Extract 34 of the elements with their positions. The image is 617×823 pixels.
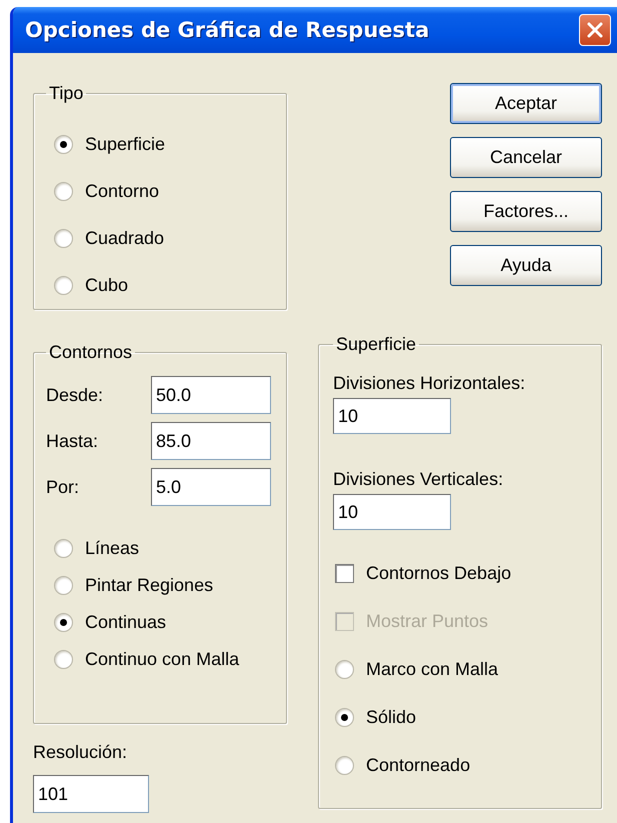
field-label: Hasta:: [46, 430, 98, 452]
field-label: Divisiones Horizontales:: [333, 373, 526, 394]
input-field[interactable]: 10: [333, 494, 451, 530]
window-title: Opciones de Gráfica de Respuesta: [25, 18, 430, 42]
radio-option[interactable]: Contorneado: [335, 755, 587, 776]
input-field[interactable]: 5.0: [151, 468, 271, 506]
input-field[interactable]: 101: [33, 775, 149, 813]
group-label: Contornos: [49, 342, 132, 362]
close-button[interactable]: [579, 14, 611, 46]
radio-option[interactable]: Continuo con Malla: [54, 649, 274, 670]
input-field[interactable]: 85.0: [151, 422, 271, 460]
radio-option[interactable]: Cuadrado: [54, 228, 274, 249]
dialog-button[interactable]: Cancelar: [450, 137, 602, 178]
dialog-button[interactable]: Ayuda: [450, 245, 602, 286]
input-field[interactable]: 10: [333, 398, 451, 434]
close-icon: [586, 21, 604, 39]
group-label: Superficie: [336, 334, 416, 354]
radio-option[interactable]: Superficie: [54, 134, 274, 155]
input-field[interactable]: 50.0: [151, 376, 271, 414]
radio-option[interactable]: Cubo: [54, 275, 274, 296]
radio-option[interactable]: Marco con Malla: [335, 659, 587, 680]
radio-option[interactable]: Sólido: [335, 707, 587, 728]
radio-option[interactable]: Continuas: [54, 612, 274, 633]
dialog-button[interactable]: Factores...: [450, 191, 602, 232]
dialog-button[interactable]: Aceptar: [450, 83, 602, 124]
field-label: Desde:: [46, 384, 104, 406]
field-label: Divisiones Verticales:: [333, 469, 504, 490]
group-label: Tipo: [49, 83, 84, 103]
radio-option[interactable]: Pintar Regiones: [54, 575, 274, 596]
radio-option[interactable]: Líneas: [54, 538, 274, 559]
radio-option[interactable]: Contorno: [54, 181, 274, 202]
field-label: Por:: [46, 476, 80, 498]
checkbox-option[interactable]: Contornos Debajo: [335, 563, 587, 584]
field-label: Resolución:: [33, 742, 128, 763]
